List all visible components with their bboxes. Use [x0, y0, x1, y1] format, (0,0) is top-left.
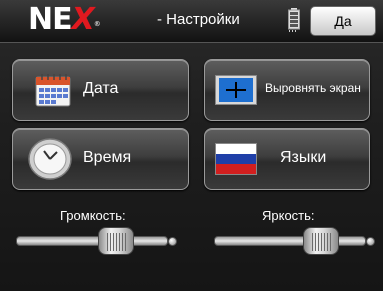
volume-knob[interactable]	[98, 227, 135, 255]
languages-label: Языки	[280, 149, 327, 166]
volume-label: Громкость:	[60, 208, 126, 223]
align-screen-label: Выровнять экран	[265, 81, 361, 95]
volume-track-end	[168, 237, 177, 246]
date-button[interactable]: Дата	[12, 59, 189, 121]
crosshair-icon	[215, 75, 257, 105]
settings-screen: NEX® - Настройки Да Дата Выровнять экран…	[0, 0, 383, 291]
russian-flag-icon	[215, 143, 257, 175]
calendar-icon	[35, 74, 71, 107]
time-label: Время	[83, 149, 132, 166]
page-title: - Настройки	[157, 11, 240, 28]
clock-icon	[28, 138, 72, 180]
header-bar: NEX® - Настройки Да	[0, 0, 383, 43]
brightness-label: Яркость:	[262, 208, 315, 223]
volume-track[interactable]	[16, 236, 168, 246]
brightness-track-end	[366, 237, 375, 246]
languages-button[interactable]: Языки	[204, 128, 370, 190]
logo-x: X	[71, 2, 95, 37]
brightness-knob[interactable]	[302, 227, 339, 255]
yes-button[interactable]: Да	[310, 6, 376, 36]
logo-registered: ®	[93, 20, 101, 28]
logo-text: NE	[28, 2, 73, 37]
brand-logo: NEX®	[28, 2, 101, 37]
battery-icon	[288, 8, 300, 32]
align-screen-button[interactable]: Выровнять экран	[204, 59, 370, 121]
date-label: Дата	[83, 80, 119, 97]
brightness-track[interactable]	[214, 236, 366, 246]
time-button[interactable]: Время	[12, 128, 189, 190]
